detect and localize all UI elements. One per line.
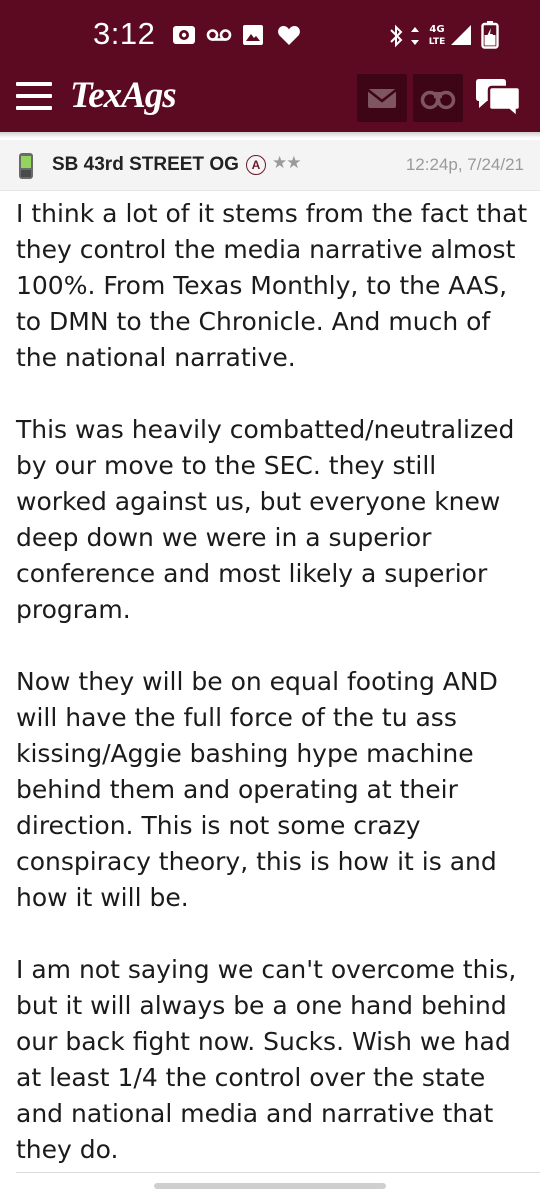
image-icon bbox=[242, 24, 264, 46]
post-paragraph: This was heavily combatted/neutralized b… bbox=[16, 415, 515, 624]
signal-icon bbox=[450, 24, 472, 46]
watch-list-button[interactable] bbox=[413, 74, 463, 122]
mail-icon bbox=[367, 89, 397, 108]
messages-button[interactable] bbox=[357, 74, 407, 122]
data-arrows-icon bbox=[410, 26, 420, 46]
user-rating-stars: ★★ bbox=[272, 153, 302, 173]
heart-icon bbox=[277, 24, 301, 46]
post-timestamp: 12:24p, 7/24/21 bbox=[405, 155, 524, 174]
mobile-phone-icon bbox=[16, 152, 36, 184]
menu-icon[interactable] bbox=[16, 82, 52, 114]
app-bar-shadow bbox=[0, 132, 540, 138]
texags-logo[interactable]: TexAgs bbox=[70, 74, 177, 117]
app-bar: TexAgs bbox=[0, 72, 540, 132]
status-bar: 3:12 4G LTE bbox=[0, 0, 540, 72]
post-body: I think a lot of it stems from the fact … bbox=[16, 196, 532, 1168]
voicemail-icon bbox=[206, 24, 232, 46]
post-paragraph: I think a lot of it stems from the fact … bbox=[16, 199, 528, 372]
svg-text:LTE: LTE bbox=[429, 37, 446, 47]
post-header: SB 43rd STREET OG A ★★ 12:24p, 7/24/21 bbox=[0, 140, 540, 191]
gesture-navigation-bar[interactable] bbox=[154, 1183, 386, 1189]
binoculars-icon bbox=[420, 90, 456, 110]
post-divider bbox=[16, 1172, 540, 1173]
radio-icon bbox=[172, 24, 196, 46]
post-paragraph: Now they will be on equal footing AND wi… bbox=[16, 667, 498, 912]
post-paragraph: I am not saying we can't overcome this, … bbox=[16, 955, 517, 1164]
bluetooth-icon bbox=[388, 24, 404, 48]
status-time: 3:12 bbox=[93, 16, 156, 51]
svg-text:4G: 4G bbox=[429, 24, 444, 35]
chat-icon[interactable] bbox=[473, 76, 523, 126]
aggie-badge: A bbox=[246, 155, 266, 175]
post-username[interactable]: SB 43rd STREET OG bbox=[52, 154, 239, 176]
battery-charging-icon bbox=[481, 21, 499, 49]
network-type-icon: 4G LTE bbox=[424, 22, 450, 48]
